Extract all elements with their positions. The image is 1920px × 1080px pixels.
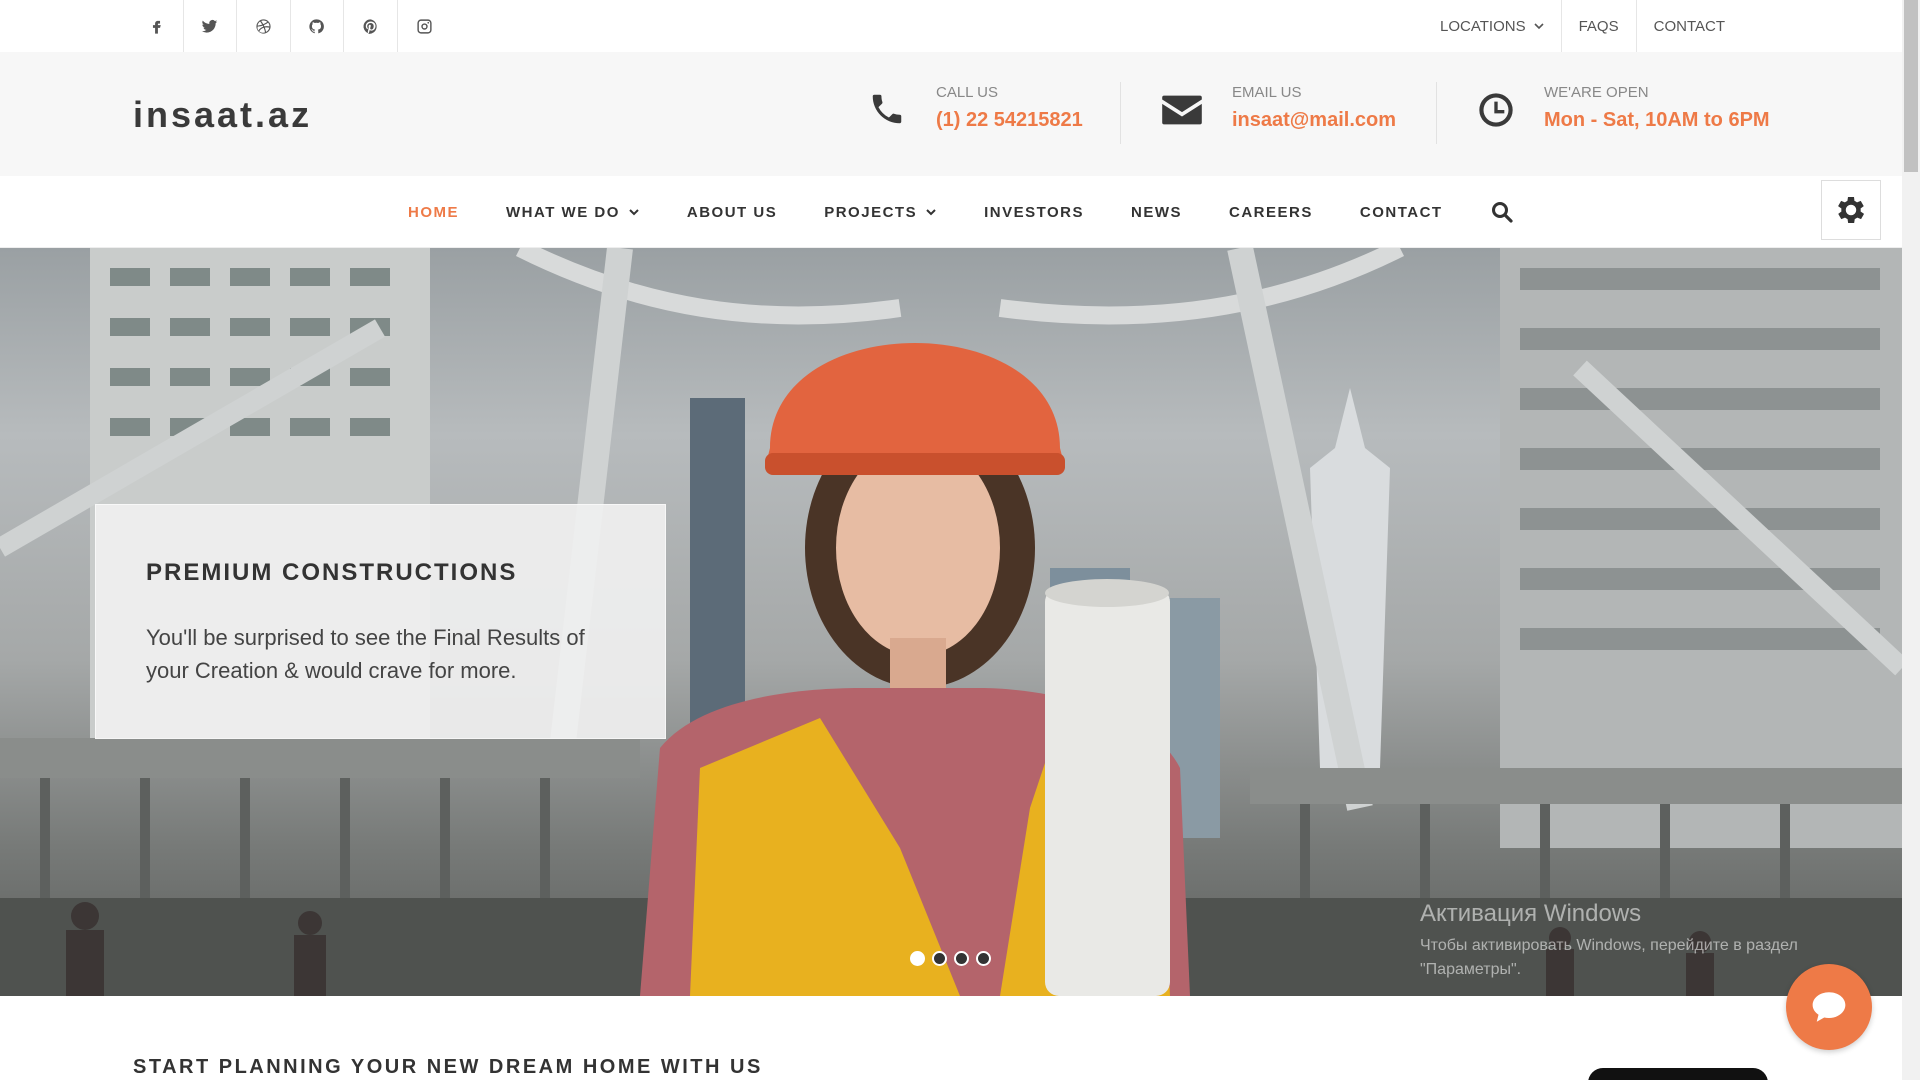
github-icon[interactable]	[291, 0, 344, 52]
nav-what-we-do[interactable]: WHAT WE DO	[506, 204, 640, 221]
section-cta-button[interactable]	[1588, 1068, 1768, 1080]
social-links	[130, 0, 451, 52]
windows-activation-watermark: Активация Windows Чтобы активировать Win…	[1420, 900, 1798, 982]
slider-dot[interactable]	[976, 951, 991, 966]
gear-icon	[1838, 196, 1865, 224]
phone-icon	[872, 94, 902, 124]
nav-careers[interactable]: CAREERS	[1229, 204, 1313, 221]
open-hours-label: WE'ARE OPEN	[1544, 84, 1649, 101]
settings-button[interactable]	[1821, 180, 1881, 240]
hero-slider[interactable]: PREMIUM CONSTRUCTIONS You'll be surprise…	[0, 248, 1902, 996]
call-us-block: CALL US (1) 22 54215821	[868, 84, 1083, 132]
chevron-down-icon	[629, 209, 639, 216]
watermark-line-1: Чтобы активировать Windows, перейдите в …	[1420, 937, 1798, 954]
email-us-block: EMAIL US insaat@mail.com	[1160, 84, 1396, 132]
section-heading: START PLANNING YOUR NEW DREAM HOME WITH …	[133, 1056, 763, 1078]
nav-contact[interactable]: CONTACT	[1360, 204, 1443, 221]
main-nav: HOME WHAT WE DO ABOUT US PROJECTS INVEST…	[0, 176, 1902, 248]
dribbble-icon[interactable]	[237, 0, 291, 52]
top-bar: LOCATIONS FAQS CONTACT	[0, 0, 1902, 52]
hero-text: You'll be surprised to see the Final Res…	[146, 625, 585, 683]
pinterest-icon[interactable]	[344, 0, 398, 52]
call-us-label: CALL US	[936, 84, 998, 101]
watermark-line-2: "Параметры".	[1420, 961, 1522, 978]
site-logo[interactable]: insaat.az	[133, 94, 312, 136]
hero-caption: PREMIUM CONSTRUCTIONS You'll be surprise…	[95, 504, 666, 739]
envelope-icon	[1162, 95, 1202, 125]
nav-about-us[interactable]: ABOUT US	[687, 204, 777, 221]
nav-home[interactable]: HOME	[408, 204, 459, 221]
nav-investors[interactable]: INVESTORS	[984, 204, 1084, 221]
nav-what-we-do-label: WHAT WE DO	[506, 203, 620, 221]
nav-projects[interactable]: PROJECTS	[824, 204, 937, 221]
faqs-link[interactable]: FAQS	[1560, 0, 1636, 52]
slider-pagination	[910, 951, 998, 966]
header-divider	[1436, 82, 1437, 144]
chevron-down-icon	[1534, 23, 1544, 30]
locations-label: LOCATIONS	[1440, 17, 1526, 35]
header-divider	[1120, 82, 1121, 144]
phone-number[interactable]: (1) 22 54215821	[936, 109, 1083, 132]
page-scrollbar[interactable]	[1902, 0, 1920, 1080]
clock-icon	[1479, 93, 1513, 127]
nav-news[interactable]: NEWS	[1131, 204, 1182, 221]
email-us-label: EMAIL US	[1232, 84, 1302, 101]
watermark-title: Активация Windows	[1420, 900, 1642, 927]
instagram-icon[interactable]	[398, 0, 452, 52]
search-icon[interactable]	[1490, 200, 1514, 224]
twitter-icon[interactable]	[184, 0, 237, 52]
scrollbar-thumb[interactable]	[1904, 0, 1918, 172]
slider-dot[interactable]	[932, 951, 947, 966]
slider-dot[interactable]	[910, 951, 925, 966]
chat-bubble-icon	[1812, 992, 1846, 1022]
open-hours-value: Mon - Sat, 10AM to 6PM	[1544, 109, 1770, 131]
chat-button[interactable]	[1786, 964, 1872, 1050]
facebook-icon[interactable]	[130, 0, 184, 52]
locations-dropdown[interactable]: LOCATIONS	[1423, 0, 1561, 52]
header: insaat.az CALL US (1) 22 54215821 EMAIL …	[0, 52, 1902, 176]
nav-projects-label: PROJECTS	[824, 203, 918, 221]
contact-top-link[interactable]: CONTACT	[1635, 0, 1742, 52]
top-links: LOCATIONS FAQS CONTACT	[1423, 0, 1742, 52]
chevron-down-icon	[926, 209, 936, 216]
email-address[interactable]: insaat@mail.com	[1232, 109, 1396, 132]
slider-dot[interactable]	[954, 951, 969, 966]
hero-title: PREMIUM CONSTRUCTIONS	[146, 559, 518, 586]
opening-hours-block: WE'ARE OPEN Mon - Sat, 10AM to 6PM	[1476, 84, 1770, 132]
